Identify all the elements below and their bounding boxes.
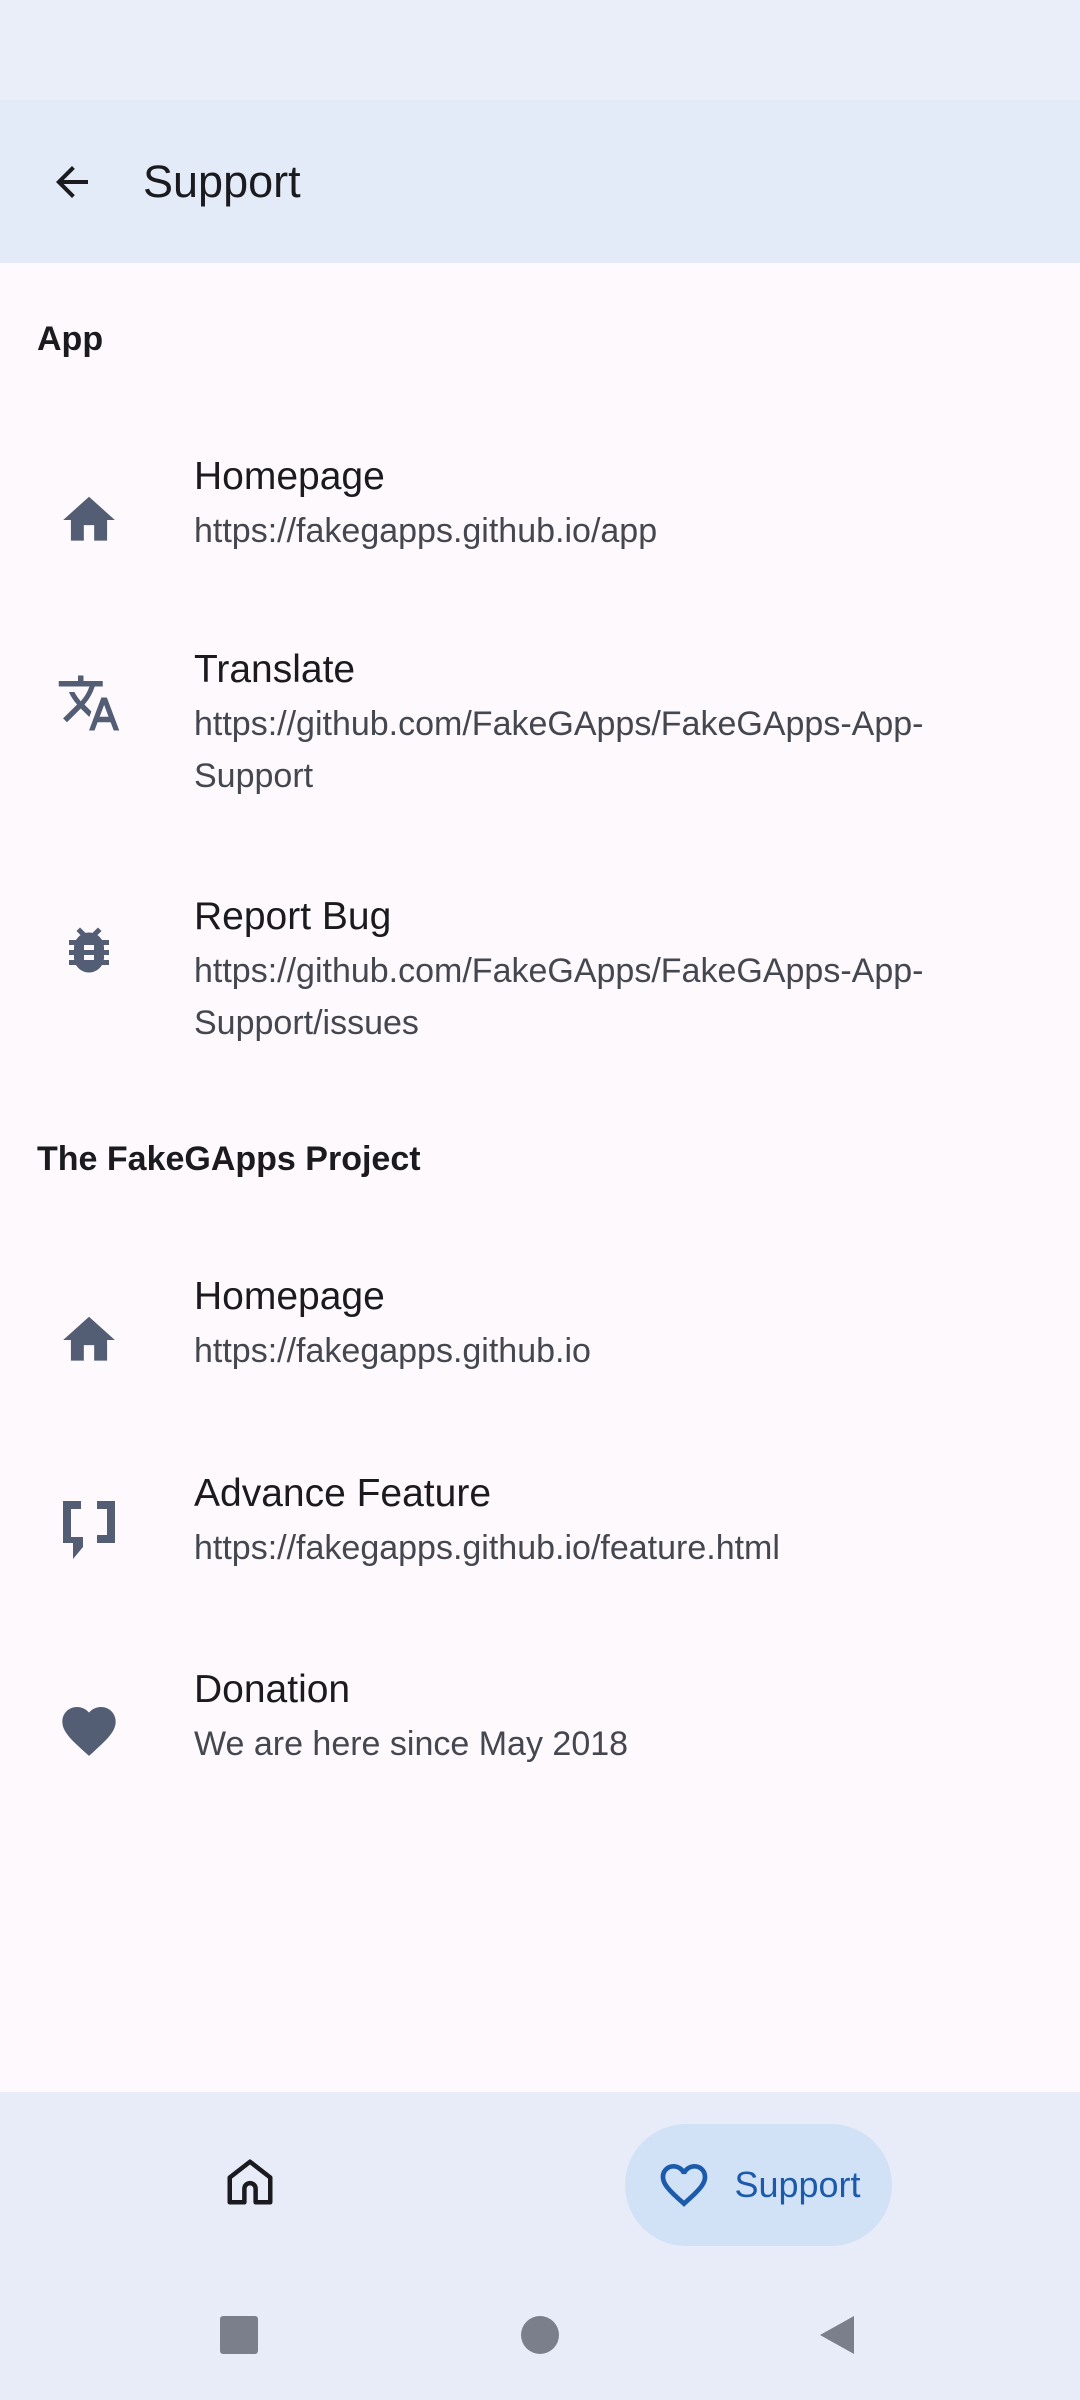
heart-outline-icon xyxy=(661,2164,708,2207)
item-subtitle: https://fakegapps.github.io/feature.html xyxy=(194,1529,780,1567)
item-title: Translate xyxy=(194,648,356,691)
item-subtitle: https://fakegapps.github.io/app xyxy=(194,512,658,550)
back-button[interactable] xyxy=(37,147,107,217)
bug-icon xyxy=(54,915,124,985)
home-system-button[interactable] xyxy=(515,2310,565,2360)
home-icon xyxy=(54,485,124,555)
top-app-bar: Support xyxy=(0,100,1080,263)
circle-icon xyxy=(521,2316,559,2354)
item-subtitle: https://github.com/FakeGApps/FakeGApps-A… xyxy=(194,952,924,1042)
square-icon xyxy=(220,2316,258,2354)
list-item-project-homepage[interactable]: Homepage https://fakegapps.github.io xyxy=(0,1253,1080,1428)
feature-icon xyxy=(54,1498,124,1568)
item-title: Advance Feature xyxy=(194,1472,492,1515)
nav-support-button[interactable]: Support xyxy=(625,2124,892,2246)
triangle-back-icon xyxy=(820,2316,854,2354)
arrow-back-icon xyxy=(56,165,88,198)
item-title: Report Bug xyxy=(194,895,392,938)
bottom-navigation: Support xyxy=(0,2092,1080,2270)
page-title: Support xyxy=(143,155,301,207)
section-header-app: App xyxy=(37,320,104,358)
list-item-app-homepage[interactable]: Homepage https://fakegapps.github.io/app xyxy=(0,433,1080,608)
system-navigation-bar xyxy=(0,2270,1080,2400)
item-title: Homepage xyxy=(194,1275,385,1318)
item-subtitle: We are here since May 2018 xyxy=(194,1725,629,1763)
list-item-donation[interactable]: Donation We are here since May 2018 xyxy=(0,1646,1080,1821)
list-item-report-bug[interactable]: Report Bug https://github.com/FakeGApps/… xyxy=(0,875,1080,1095)
item-title: Homepage xyxy=(194,455,385,498)
back-system-button[interactable] xyxy=(812,2310,862,2360)
heart-icon xyxy=(54,1696,124,1766)
item-subtitle: https://github.com/FakeGApps/FakeGApps-A… xyxy=(194,705,924,795)
home-icon xyxy=(54,1305,124,1375)
home-outline-icon xyxy=(227,2159,273,2205)
nav-home-button[interactable] xyxy=(200,2137,300,2227)
translate-icon xyxy=(54,668,124,738)
item-subtitle: https://fakegapps.github.io xyxy=(194,1332,591,1370)
recents-button[interactable] xyxy=(214,2310,264,2360)
nav-support-label: Support xyxy=(734,2164,861,2205)
list-item-advance-feature[interactable]: Advance Feature https://fakegapps.github… xyxy=(0,1450,1080,1625)
section-header-project: The FakeGApps Project xyxy=(37,1140,421,1178)
item-title: Donation xyxy=(194,1668,351,1711)
status-bar xyxy=(0,0,1080,100)
list-item-translate[interactable]: Translate https://github.com/FakeGApps/F… xyxy=(0,628,1080,848)
